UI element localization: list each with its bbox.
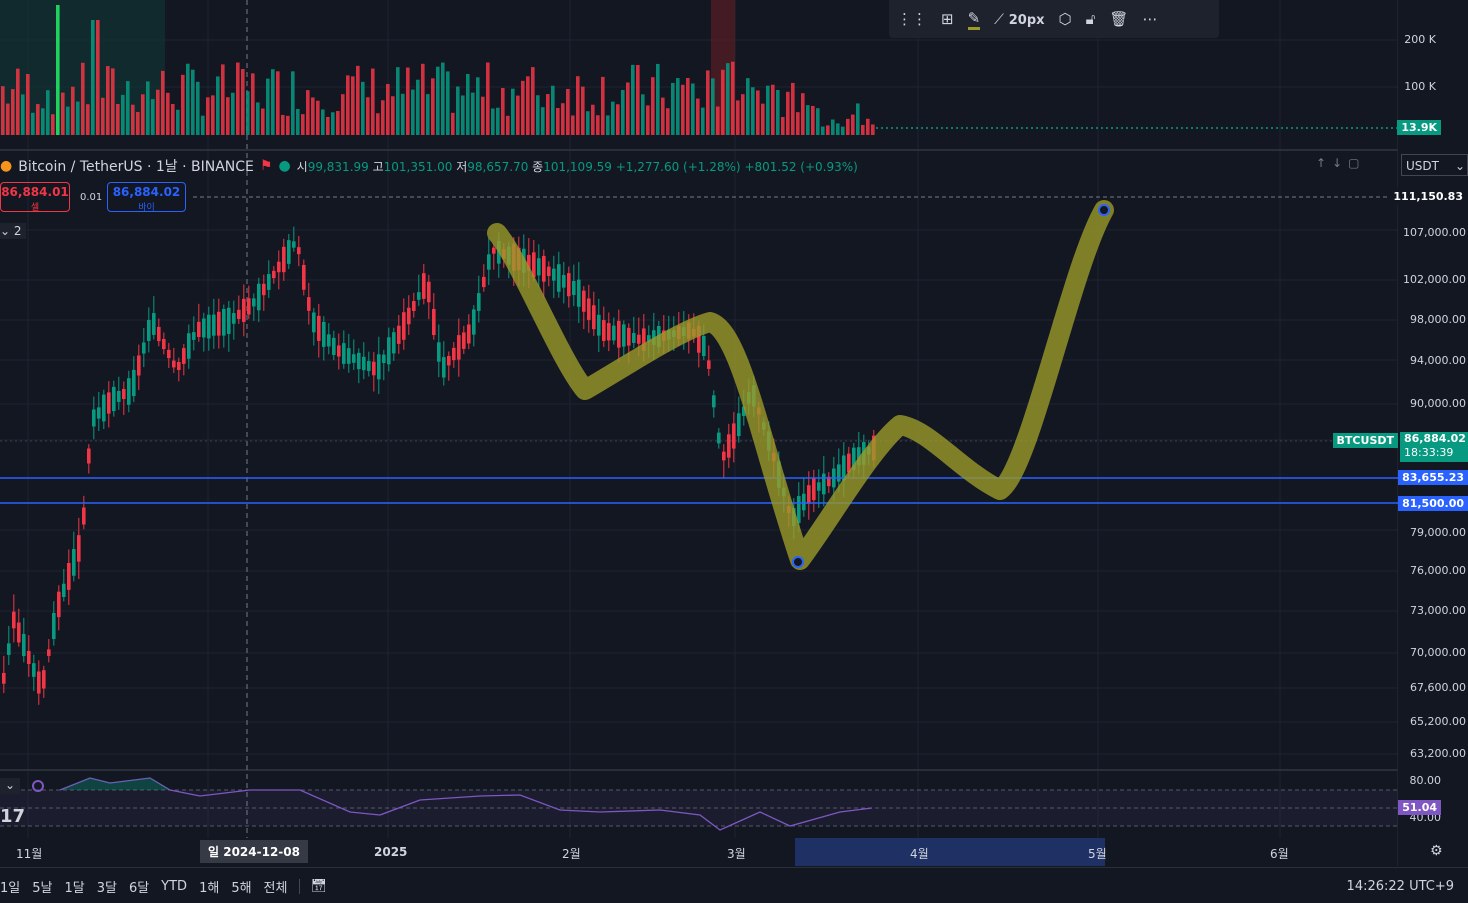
trash-icon[interactable]: 🗑︎ [1109,10,1128,28]
time-label-nov: 11월 [16,847,43,861]
price-axis-label: 65,200.00 [1410,715,1466,728]
range-5y[interactable]: 5해 [231,877,251,896]
volume-tag: 13.9K [1397,120,1441,135]
buy-button[interactable]: 86,884.02 바이 [107,182,186,213]
time-label-2025: 2025 [374,845,408,859]
symbol-tag: BTCUSDT [1332,433,1398,448]
pane-controls: ↑ ↓ ▢ [1316,156,1359,170]
price-axis-label: 79,000.00 [1410,526,1466,539]
clock[interactable]: 14:26:22 UTC+9 [1347,879,1454,894]
price-axis-label: 76,000.00 [1410,564,1466,577]
range-ytd[interactable]: YTD [161,879,187,894]
price-axis-label: 107,000.00 [1403,226,1466,239]
range-6m[interactable]: 6달 [129,877,149,896]
ohlc-values: 시99,831.99 고101,351.00 저98,657.70 종101,1… [296,159,858,174]
hline-tag-1: 83,655.23 [1398,470,1468,485]
time-axis-settings-icon[interactable]: ⚙ [1430,843,1443,859]
rsi-value-tag: 51.04 [1398,800,1441,815]
time-label-may: 5월 [1088,847,1107,861]
sell-button[interactable]: 86,884.01 셀 [0,182,70,213]
currency-select[interactable]: USDT ⌄ [1401,154,1468,176]
more-icon[interactable]: ⋯ [1142,10,1157,28]
bitcoin-icon: ● [0,158,13,174]
status-dot-icon: ● [278,158,291,174]
time-label-jun: 6월 [1270,847,1289,861]
volume-axis-100k: 100 K [1404,80,1436,93]
drawing-toolbar: ⋮⋮ ⊞ ✎ ⟋ 20px ⬡ 🔓︎ 🗑︎ ⋯ [889,0,1219,38]
time-label-apr: 4월 [910,847,929,861]
chevron-down-icon: ⌄ [1454,159,1465,173]
hline-tag-2: 81,500.00 [1398,496,1468,511]
time-range-highlight [795,838,1105,866]
price-tag-top: 111,150.83 [1388,188,1468,205]
line-width-button[interactable]: ⟋ 20px [994,10,1044,28]
bottom-toolbar: 1일 5날 1달 3달 6달 YTD 1해 5해 전체 📅︎ 14:26:22 … [0,867,1468,903]
last-price-tag: 86,884.02 18:33:39 [1400,432,1468,462]
price-axis-label: 67,600.00 [1410,681,1466,694]
layout-icon[interactable]: ⊞ [941,10,954,28]
pencil-icon[interactable]: ✎ [967,9,981,30]
move-up-icon[interactable]: ↑ [1316,156,1326,170]
drag-handle-icon[interactable]: ⋮⋮ [897,10,927,28]
price-axis-label: 90,000.00 [1410,397,1466,410]
price-axis-label: 98,000.00 [1410,313,1466,326]
rsi-pane [0,777,1398,831]
settings-icon[interactable]: ⬡ [1059,10,1072,28]
lock-icon[interactable]: 🔓︎ [1086,10,1096,28]
flag-icon[interactable]: ⚑ [260,158,273,174]
maximize-icon[interactable]: ▢ [1348,156,1359,170]
collapse-indicators-button[interactable]: ⌄ 2 [0,223,26,239]
volume-axis-200k: 200 K [1404,33,1436,46]
tradingview-logo: 17 [0,806,26,827]
time-label-mar: 3월 [727,847,746,861]
symbol-title[interactable]: Bitcoin / TetherUS · 1날 · BINANCE [18,156,254,176]
goto-date-icon[interactable]: 📅︎ [299,878,327,894]
range-1m[interactable]: 1달 [64,877,84,896]
price-axis-label: 73,000.00 [1410,604,1466,617]
chevron-down-icon: ⌄ [4,778,16,792]
range-all[interactable]: 전체 [264,877,288,896]
rsi-collapse-button[interactable]: ⌄ [0,778,20,794]
crosshair-date-tag: 일 2024-12-08 [200,840,308,863]
range-5d[interactable]: 5날 [32,877,52,896]
price-axis-label: 102,000.00 [1403,273,1466,286]
rsi-axis-top: 80.00 [1409,774,1442,787]
time-label-feb: 2월 [562,847,581,861]
range-3m[interactable]: 3달 [97,877,117,896]
price-axis-label: 63,200.00 [1410,747,1466,760]
range-1y[interactable]: 1해 [199,877,219,896]
price-axis-label: 70,000.00 [1410,646,1466,659]
symbol-legend: ● Bitcoin / TetherUS · 1날 · BINANCE ⚑ ● … [0,157,858,175]
range-1d[interactable]: 1일 [0,877,20,896]
move-down-icon[interactable]: ↓ [1332,156,1342,170]
price-axis-label: 94,000.00 [1410,354,1466,367]
spread-value: 0.01 [80,192,103,203]
chevron-down-icon: ⌄ [0,224,11,238]
chart-stage[interactable]: ⋮⋮ ⊞ ✎ ⟋ 20px ⬡ 🔓︎ 🗑︎ ⋯ ● Bitcoin / Teth… [0,0,1468,903]
